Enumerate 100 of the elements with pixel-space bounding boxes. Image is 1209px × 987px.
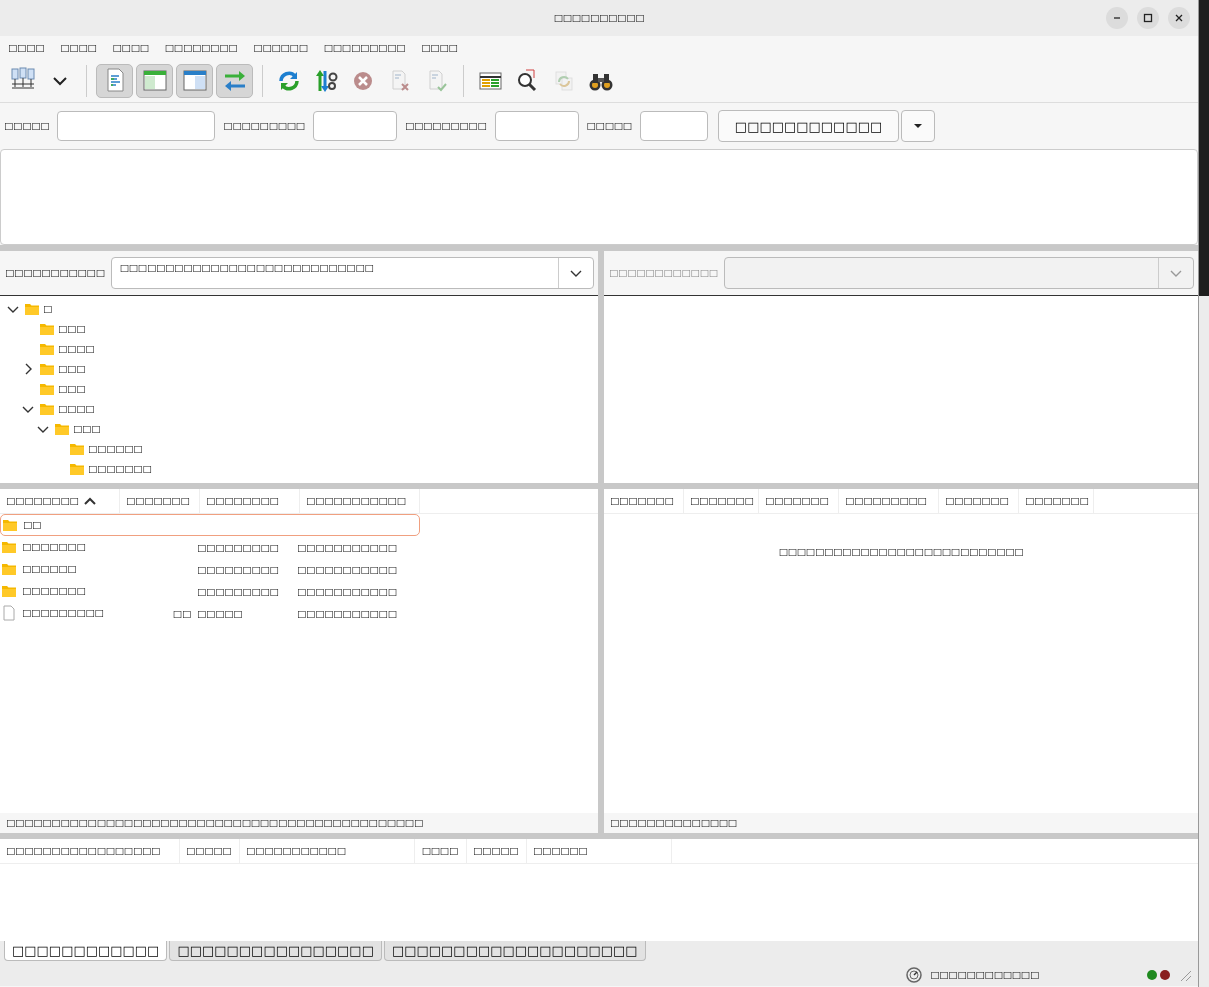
column-header[interactable]: □□□□□ (467, 839, 527, 863)
field-label: □□□□□□□□□□□ (5, 266, 105, 280)
file-name: □□ (23, 518, 42, 532)
menu-item[interactable]: □□□□ (415, 40, 464, 56)
file-date: □□□□□□□□□□□ (297, 541, 397, 553)
tree-item[interactable]: □□□ (58, 321, 86, 337)
column-header[interactable]: □□□□□ (180, 839, 240, 863)
menu-item[interactable]: □□□□□□ (247, 40, 314, 56)
folder-icon (2, 517, 18, 533)
window-title: □□□□□□□□□□ (553, 11, 645, 25)
tree-item[interactable]: □□□ (58, 381, 86, 397)
folder-icon (39, 361, 55, 377)
column-label: □□□□□□□□ (6, 494, 79, 508)
tree-item[interactable]: □□□□ (58, 401, 95, 417)
folder-icon (24, 301, 40, 317)
status-text: □□□□□□□□□□□□□□□□□□□□□□□□□□□□□□□□□□□□□□□□□□□□□□ (6, 816, 423, 830)
input-field[interactable] (312, 111, 397, 141)
quickconnect-button[interactable]: □□□□□□□□□□□□ (717, 110, 900, 142)
column-label: □□□□□□ (533, 844, 588, 858)
column-header[interactable]: □□□□□□□□□□□ (300, 489, 420, 513)
column-label: □□□□□□□□□□□ (306, 494, 406, 508)
column-label: □□□□□ (186, 844, 232, 858)
menu-item[interactable]: □□□□□□□□ (158, 40, 244, 56)
empty-message: □□□□□□□□□□□□□□□□□□□□□□□□□□□ (778, 545, 1024, 559)
maximize-button[interactable] (1137, 7, 1159, 29)
file-size: □□ (172, 607, 191, 619)
tree-item[interactable]: □□□ (58, 361, 86, 377)
column-header[interactable]: □□□□ (415, 839, 467, 863)
tree-item[interactable]: □□□□ (58, 341, 95, 357)
input-field[interactable] (57, 111, 216, 141)
caret-icon (913, 122, 924, 130)
file-name: □□□□□□ (22, 562, 77, 576)
sort-up-icon (82, 495, 97, 507)
minimize-button[interactable] (1106, 7, 1128, 29)
column-label: □□□□ (421, 844, 458, 858)
path-combo[interactable]: □□□□□□□□□□□□□□□□□□□□□□□□□□□□ (110, 257, 594, 289)
folder-icon (69, 441, 85, 457)
column-header[interactable]: □□□□□□□□□□□ (240, 839, 415, 863)
column-label: □□□□□□□□ (206, 494, 279, 508)
file-type: □□□□□ (197, 607, 243, 619)
folder-icon (54, 421, 70, 437)
tree-item[interactable]: □□□ (73, 421, 101, 437)
column-header[interactable]: □□□□□□□ (684, 489, 759, 513)
field-label: □□□□□□□□□□□□ (609, 266, 718, 280)
column-header[interactable]: □□□□□□□ (1019, 489, 1094, 513)
tree-item[interactable]: □□□□□□□ (88, 461, 152, 477)
tab[interactable]: □□□□□□□□□□□□□□□□□□□□ (383, 941, 646, 961)
column-header[interactable]: □□□□□□□□ (200, 489, 300, 513)
maximize-icon (1142, 12, 1154, 24)
file-date: □□□□□□□□□□□ (297, 585, 397, 597)
folder-icon (39, 341, 55, 357)
status-text: □□□□□□□□□□□□ (930, 967, 1039, 982)
tree-item[interactable]: □□□□□□ (88, 441, 143, 457)
field-label: □□□□□ (4, 119, 50, 133)
window-right-pane-button[interactable] (176, 64, 213, 98)
tree-item[interactable]: □ (43, 301, 53, 317)
file-date: □□□□□□□□□□□ (297, 563, 397, 575)
folder-icon (69, 461, 85, 477)
close-button[interactable] (1168, 7, 1190, 29)
column-header[interactable]: □□□□□□□□ (0, 489, 120, 513)
log-button[interactable] (96, 64, 133, 98)
file-name: □□□□□□□□□ (22, 606, 104, 620)
file-type: □□□□□□□□□ (197, 541, 279, 553)
field-label: □□□□□□□□□ (404, 119, 487, 133)
transfer-arrows-button[interactable] (216, 64, 253, 98)
column-label: □□□□□□□□□ (845, 494, 927, 508)
file-name: □□□□□□□ (22, 540, 86, 554)
column-label: □□□□□□□ (945, 494, 1009, 508)
input-field[interactable] (639, 111, 708, 141)
tab[interactable]: □□□□□□□□□□□□□□□□ (169, 941, 382, 961)
menu-item[interactable]: □□□□ (2, 40, 51, 56)
file-date: □□□□□□□□□□□ (297, 607, 397, 619)
path-text: □□□□□□□□□□□□□□□□□□□□□□□□□□□□ (119, 261, 374, 275)
folder-icon (39, 401, 55, 417)
file-type: □□□□□□□□□ (197, 585, 279, 597)
column-header[interactable]: □□□□□□□□□ (839, 489, 939, 513)
column-label: □□□□□□□ (1025, 494, 1089, 508)
input-field[interactable] (494, 111, 579, 141)
column-header[interactable]: □□□□□□ (527, 839, 672, 863)
list-row[interactable]: □□ (0, 514, 420, 536)
speedometer-icon (906, 966, 923, 983)
menu-item[interactable]: □□□□□□□□□ (317, 40, 412, 56)
column-header[interactable]: □□□□□□□□□□□□□□□□□ (0, 839, 180, 863)
folder-icon (39, 381, 55, 397)
column-label: □□□□□□□ (126, 494, 190, 508)
menu-item[interactable]: □□□□ (106, 40, 155, 56)
dropdown-icon (53, 76, 67, 86)
status-text: □□□□□□□□□□□□□□ (610, 816, 737, 830)
column-header[interactable]: □□□□□□□ (604, 489, 684, 513)
tab[interactable]: □□□□□□□□□□□□ (4, 941, 168, 961)
window-left-pane-button[interactable] (136, 64, 173, 98)
close-icon (1173, 12, 1185, 24)
column-label: □□□□□□□ (690, 494, 754, 508)
column-header[interactable]: □□□□□□□ (120, 489, 200, 513)
column-label: □□□□□□□□□□□□□□□□□ (6, 844, 161, 858)
column-label: □□□□□ (473, 844, 519, 858)
file-type: □□□□□□□□□ (197, 563, 279, 575)
column-header[interactable]: □□□□□□□ (759, 489, 839, 513)
column-header[interactable]: □□□□□□□ (939, 489, 1019, 513)
menu-item[interactable]: □□□□ (54, 40, 103, 56)
